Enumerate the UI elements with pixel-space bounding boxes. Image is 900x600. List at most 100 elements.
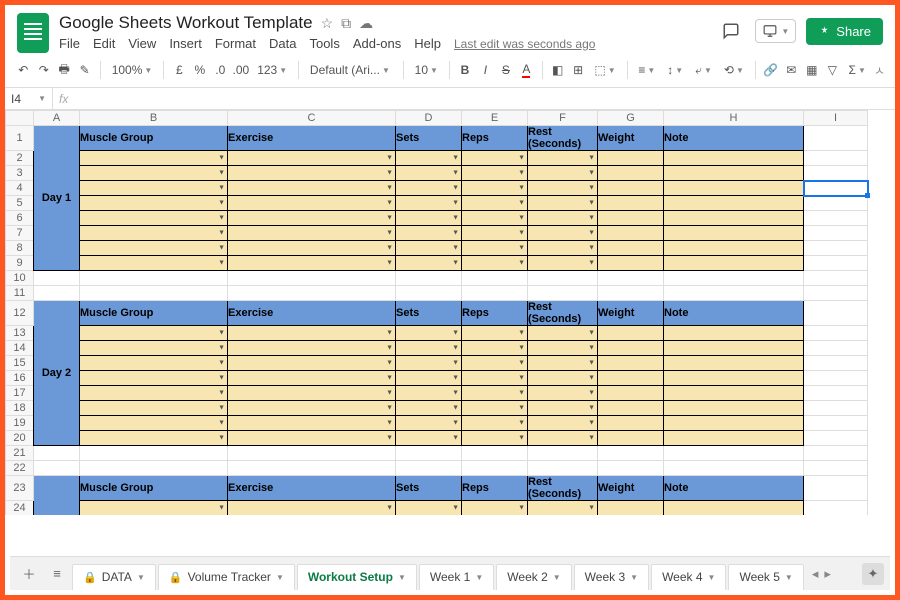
valign-button[interactable]: ↕▼	[663, 63, 687, 77]
cell-G20[interactable]	[598, 431, 664, 446]
cell-I20[interactable]	[804, 431, 868, 446]
cell-G6[interactable]	[598, 211, 664, 226]
cell-B14[interactable]: ▼	[80, 341, 228, 356]
row-header-3[interactable]: 3	[6, 166, 34, 181]
cell-I18[interactable]	[804, 401, 868, 416]
cell-G9[interactable]	[598, 256, 664, 271]
dropdown-caret-icon[interactable]: ▼	[588, 185, 595, 192]
dropdown-caret-icon[interactable]: ▼	[218, 360, 225, 367]
tab-caret-icon[interactable]: ▼	[630, 573, 638, 582]
cell-I2[interactable]	[804, 151, 868, 166]
cell-B20[interactable]: ▼	[80, 431, 228, 446]
tab-nav-prev[interactable]: ◂	[812, 566, 819, 582]
tab-caret-icon[interactable]: ▼	[398, 573, 406, 582]
cell-C19[interactable]: ▼	[228, 416, 396, 431]
dropdown-caret-icon[interactable]: ▼	[386, 155, 393, 162]
dropdown-caret-icon[interactable]: ▼	[518, 200, 525, 207]
star-icon[interactable]: ☆	[321, 15, 334, 32]
cell-D15[interactable]: ▼	[396, 356, 462, 371]
cell-I13[interactable]	[804, 326, 868, 341]
cell-G16[interactable]	[598, 371, 664, 386]
row-header-8[interactable]: 8	[6, 241, 34, 256]
cell-G21[interactable]	[598, 446, 664, 461]
col-header-G[interactable]: G	[598, 111, 664, 126]
sheet-tab-week-2[interactable]: Week 2▼	[496, 564, 571, 590]
menu-file[interactable]: File	[59, 36, 80, 51]
dropdown-caret-icon[interactable]: ▼	[518, 170, 525, 177]
explore-button[interactable]: ✦	[862, 563, 884, 585]
cell-C10[interactable]	[228, 271, 396, 286]
cell-I22[interactable]	[804, 461, 868, 476]
dropdown-caret-icon[interactable]: ▼	[518, 185, 525, 192]
dropdown-caret-icon[interactable]: ▼	[218, 200, 225, 207]
col-header-C[interactable]: C	[228, 111, 396, 126]
cell-D24[interactable]: ▼	[396, 501, 462, 516]
cell-C13[interactable]: ▼	[228, 326, 396, 341]
dropdown-caret-icon[interactable]: ▼	[386, 185, 393, 192]
cell-E13[interactable]: ▼	[462, 326, 528, 341]
cell-B8[interactable]: ▼	[80, 241, 228, 256]
cell-B4[interactable]: ▼	[80, 181, 228, 196]
dropdown-caret-icon[interactable]: ▼	[386, 245, 393, 252]
row-header-18[interactable]: 18	[6, 401, 34, 416]
cell-C9[interactable]: ▼	[228, 256, 396, 271]
cell-C23[interactable]: Exercise	[228, 476, 396, 501]
col-header-F[interactable]: F	[528, 111, 598, 126]
cell-G17[interactable]	[598, 386, 664, 401]
comment-button[interactable]: ✉	[783, 59, 799, 81]
dropdown-caret-icon[interactable]: ▼	[218, 505, 225, 512]
cell-I21[interactable]	[804, 446, 868, 461]
cell[interactable]	[34, 461, 80, 476]
dropdown-caret-icon[interactable]: ▼	[452, 390, 459, 397]
cell-G23[interactable]: Weight	[598, 476, 664, 501]
dropdown-caret-icon[interactable]: ▼	[518, 245, 525, 252]
cell-E20[interactable]: ▼	[462, 431, 528, 446]
cell-G19[interactable]	[598, 416, 664, 431]
row-header-7[interactable]: 7	[6, 226, 34, 241]
dropdown-caret-icon[interactable]: ▼	[518, 215, 525, 222]
cell-E21[interactable]	[462, 446, 528, 461]
dropdown-caret-icon[interactable]: ▼	[588, 405, 595, 412]
cell-F5[interactable]: ▼	[528, 196, 598, 211]
dropdown-caret-icon[interactable]: ▼	[386, 360, 393, 367]
cell-E12[interactable]: Reps	[462, 301, 528, 326]
dropdown-caret-icon[interactable]: ▼	[518, 330, 525, 337]
wrap-button[interactable]: ⤶▼	[691, 63, 716, 78]
cell-G8[interactable]	[598, 241, 664, 256]
cell-D14[interactable]: ▼	[396, 341, 462, 356]
dropdown-caret-icon[interactable]: ▼	[386, 345, 393, 352]
cell-F17[interactable]: ▼	[528, 386, 598, 401]
cell-C12[interactable]: Exercise	[228, 301, 396, 326]
cell-B3[interactable]: ▼	[80, 166, 228, 181]
cell-H8[interactable]	[664, 241, 804, 256]
cell-C14[interactable]: ▼	[228, 341, 396, 356]
cell-C20[interactable]: ▼	[228, 431, 396, 446]
cell-D13[interactable]: ▼	[396, 326, 462, 341]
dropdown-caret-icon[interactable]: ▼	[218, 170, 225, 177]
row-header-24[interactable]: 24	[6, 501, 34, 516]
cell-C6[interactable]: ▼	[228, 211, 396, 226]
row-header-16[interactable]: 16	[6, 371, 34, 386]
zoom-dropdown[interactable]: 100%▼	[108, 63, 157, 77]
dropdown-caret-icon[interactable]: ▼	[588, 215, 595, 222]
row-header-23[interactable]: 23	[6, 476, 34, 501]
row-header-2[interactable]: 2	[6, 151, 34, 166]
cell-F20[interactable]: ▼	[528, 431, 598, 446]
cell-I11[interactable]	[804, 286, 868, 301]
cell-F6[interactable]: ▼	[528, 211, 598, 226]
cell-F10[interactable]	[528, 271, 598, 286]
tab-caret-icon[interactable]: ▼	[137, 573, 145, 582]
cell-D21[interactable]	[396, 446, 462, 461]
dropdown-caret-icon[interactable]: ▼	[386, 200, 393, 207]
cell-B2[interactable]: ▼	[80, 151, 228, 166]
cell-I3[interactable]	[804, 166, 868, 181]
cell-G14[interactable]	[598, 341, 664, 356]
sheet-tab-volume-tracker[interactable]: 🔒Volume Tracker▼	[158, 564, 295, 590]
row-header-10[interactable]: 10	[6, 271, 34, 286]
halign-button[interactable]: ≡▼	[634, 63, 659, 77]
row-header-6[interactable]: 6	[6, 211, 34, 226]
cell-F15[interactable]: ▼	[528, 356, 598, 371]
dropdown-caret-icon[interactable]: ▼	[518, 390, 525, 397]
percent-button[interactable]: %	[192, 59, 208, 81]
cell-H5[interactable]	[664, 196, 804, 211]
